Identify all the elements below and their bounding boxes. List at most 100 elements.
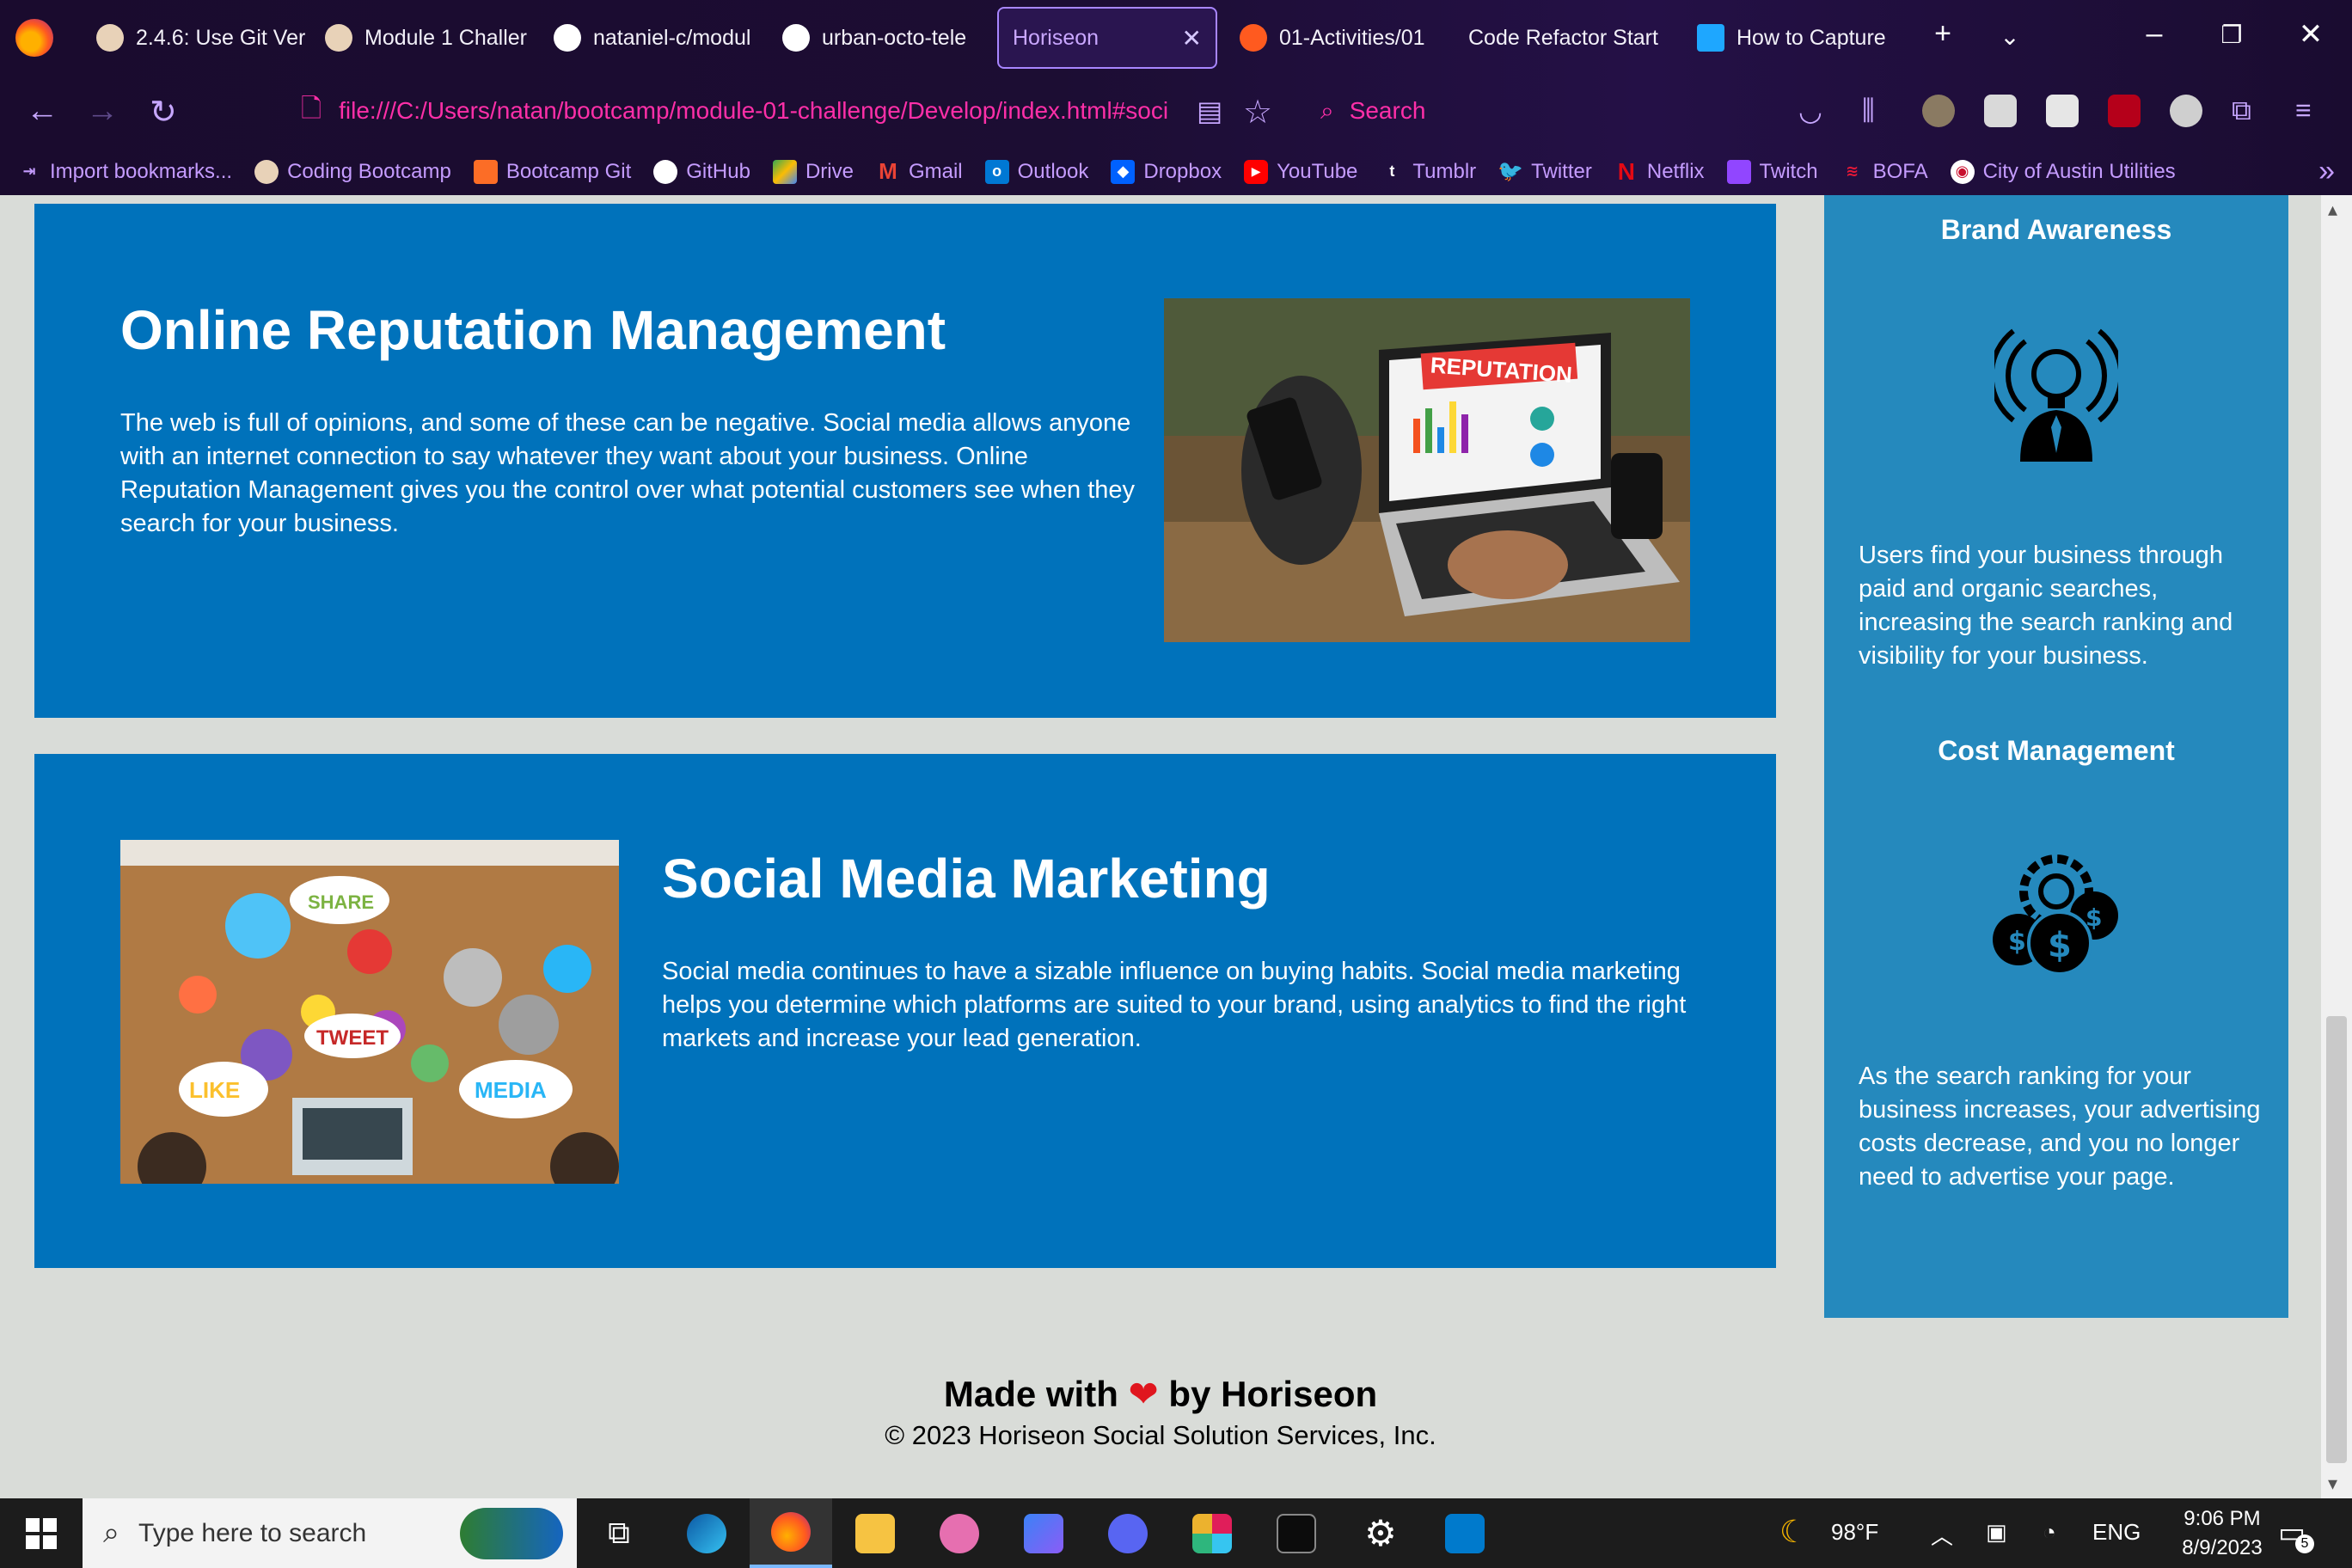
scroll-up-arrow-icon[interactable]: ▴ <box>2328 199 2337 221</box>
restore-icon[interactable]: ❐ <box>2206 21 2257 49</box>
bookmark-outlook[interactable]: o Outlook <box>984 159 1088 184</box>
bookmark-gmail[interactable]: M Gmail <box>876 158 963 184</box>
library-icon[interactable]: ⫼ <box>1862 95 1875 127</box>
slack-icon[interactable] <box>1171 1498 1253 1568</box>
cost-management-icon: $ $ $ <box>1991 850 2122 977</box>
bookmark-github[interactable]: GitHub <box>653 159 750 184</box>
tab-how-to-capture[interactable]: How to Capture <box>1683 7 1903 69</box>
bookmark-drive[interactable]: Drive <box>772 159 854 184</box>
file-explorer-icon[interactable] <box>834 1498 916 1568</box>
capture-favicon-icon <box>1697 24 1724 52</box>
bookmark-label: Coding Bootcamp <box>287 159 451 183</box>
windows-start-icon[interactable] <box>0 1498 83 1568</box>
close-tab-icon[interactable]: ✕ <box>1182 24 1202 52</box>
network-wifi-icon[interactable]: ◔ <box>2043 1519 2056 1546</box>
search-box[interactable]: ⌕ Search <box>1298 84 1779 138</box>
meet-now-icon[interactable]: ▣ <box>1986 1519 2007 1546</box>
brand-awareness-icon <box>1988 324 2124 462</box>
scrollbar-thumb[interactable] <box>2326 1016 2347 1463</box>
bookmark-youtube[interactable]: ▶ YouTube <box>1244 159 1358 184</box>
bookmark-label: Tumblr <box>1412 159 1477 183</box>
url-text: file:///C:/Users/natan/bootcamp/module-0… <box>339 97 1169 124</box>
bookmark-label: City of Austin Utilities <box>1982 159 2176 183</box>
tab-git-version[interactable]: 2.4.6: Use Git Ver <box>83 7 306 69</box>
bookmark-coding-bootcamp[interactable]: Coding Bootcamp <box>254 159 451 184</box>
weather-moon-icon[interactable]: ☾ <box>1779 1514 1807 1550</box>
bookmark-austin-utilities[interactable]: ◉ City of Austin Utilities <box>1950 159 2176 184</box>
firefox-icon[interactable] <box>15 19 53 57</box>
menu-hamburger-icon[interactable]: ≡ <box>2295 95 2312 126</box>
twitter-icon: 🐦 <box>1498 160 1524 183</box>
pocket-icon[interactable]: ◡ <box>1798 95 1822 127</box>
address-bar[interactable]: 🗋 file:///C:/Users/natan/bootcamp/module… <box>284 84 1264 138</box>
footer-copyright: © 2023 Horiseon Social Solution Services… <box>885 1420 1436 1450</box>
show-hidden-icons-chevron-icon[interactable]: ︿ <box>1931 1519 1953 1551</box>
bookmark-import[interactable]: ⇥ Import bookmarks... <box>17 160 232 184</box>
scroll-down-arrow-icon[interactable]: ▾ <box>2328 1473 2337 1495</box>
tab-module-challenge[interactable]: Module 1 Challer <box>311 7 531 69</box>
search-icon: ⌕ <box>103 1516 120 1549</box>
more-bookmarks-chevron-icon[interactable]: » <box>2318 155 2335 188</box>
search-highlight-icon <box>460 1507 563 1559</box>
bookmark-bootcamp-git[interactable]: Bootcamp Git <box>473 159 632 184</box>
tab-label: Module 1 Challer <box>364 25 527 50</box>
new-tab-plus-icon[interactable]: + <box>1917 17 1969 51</box>
input-language[interactable]: ENG <box>2092 1519 2141 1546</box>
bookmark-dropbox[interactable]: ◆ Dropbox <box>1111 159 1222 184</box>
tab-github-module[interactable]: nataniel-c/modul <box>540 7 760 69</box>
notifications-icon[interactable]: ▭ 5 <box>2278 1516 2314 1553</box>
privacy-shield-icon[interactable] <box>1984 95 2017 127</box>
tab-activities[interactable]: 01-Activities/01 <box>1226 7 1446 69</box>
terminal-icon[interactable] <box>1255 1498 1338 1568</box>
minimize-icon[interactable]: – <box>2128 17 2180 51</box>
taskbar-search[interactable]: ⌕ Type here to search <box>83 1498 577 1568</box>
vscode-icon[interactable] <box>1424 1498 1506 1568</box>
forward-arrow-icon[interactable]: → <box>86 93 119 130</box>
extension-avatar-icon[interactable] <box>1922 95 1955 127</box>
bookmark-label: YouTube <box>1277 159 1358 183</box>
bookmark-star-icon[interactable]: ☆ <box>1243 93 1272 132</box>
page-scrollbar[interactable]: ▴ ▾ <box>2321 195 2352 1498</box>
search-placeholder: Search <box>1349 97 1426 124</box>
reputation-image: REPUTATION <box>1164 298 1690 642</box>
austin-icon: ◉ <box>1950 159 1975 184</box>
tab-horiseon[interactable]: Horiseon ✕ <box>997 7 1217 69</box>
clock[interactable]: 9:06 PM 8/9/2023 <box>2166 1507 2278 1560</box>
tab-label: Code Refactor Start <box>1468 25 1658 50</box>
task-view-icon[interactable]: ⧉ <box>578 1498 660 1568</box>
close-window-icon[interactable]: ✕ <box>2285 17 2337 52</box>
share-bubble-text: SHARE <box>308 891 374 913</box>
back-arrow-icon[interactable]: ← <box>26 93 58 130</box>
bookmark-tumblr[interactable]: t Tumblr <box>1380 160 1476 184</box>
bookmarks-bar: ⇥ Import bookmarks... Coding Bootcamp Bo… <box>0 148 2352 195</box>
drive-icon <box>772 159 797 184</box>
gitlab-icon <box>473 159 498 184</box>
bookmark-twitter[interactable]: 🐦 Twitter <box>1498 160 1592 184</box>
discord-icon[interactable] <box>1087 1498 1169 1568</box>
weather-temperature[interactable]: 98°F <box>1831 1519 1878 1546</box>
tab-code-refactor[interactable]: Code Refactor Start <box>1455 7 1675 69</box>
twitch-icon <box>1726 159 1751 184</box>
bookmark-bofa[interactable]: ≋ BOFA <box>1841 160 1928 184</box>
reader-view-icon[interactable]: ▤ <box>1197 95 1222 127</box>
extensions-puzzle-icon[interactable]: ⧉ <box>2232 95 2251 127</box>
snipping-tool-icon[interactable] <box>918 1498 1001 1568</box>
bookmark-label: Drive <box>805 159 854 183</box>
extension-ghost-icon[interactable] <box>2170 95 2202 127</box>
tab-github-urban-octo[interactable]: urban-octo-tele <box>769 7 989 69</box>
bookmark-twitch[interactable]: Twitch <box>1726 159 1818 184</box>
settings-gear-icon[interactable]: ⚙ <box>1339 1498 1422 1568</box>
extension-r-icon[interactable] <box>2046 95 2079 127</box>
bookmark-label: Import bookmarks... <box>50 159 233 183</box>
reload-icon[interactable]: ↻ <box>150 93 177 132</box>
firefox-taskbar-icon[interactable] <box>750 1498 832 1568</box>
dropbox-icon: ◆ <box>1111 159 1136 184</box>
ublock-origin-icon[interactable] <box>2108 95 2141 127</box>
power-automate-icon[interactable] <box>1002 1498 1085 1568</box>
bookmark-label: Netflix <box>1646 159 1705 183</box>
list-tabs-chevron-icon[interactable]: ⌄ <box>1984 22 2036 51</box>
cost-management-body: As the search ranking for your business … <box>1859 1063 2261 1191</box>
edge-icon[interactable] <box>665 1498 748 1568</box>
bookmark-netflix[interactable]: N Netflix <box>1614 158 1705 185</box>
bookmark-label: Bootcamp Git <box>505 159 632 183</box>
